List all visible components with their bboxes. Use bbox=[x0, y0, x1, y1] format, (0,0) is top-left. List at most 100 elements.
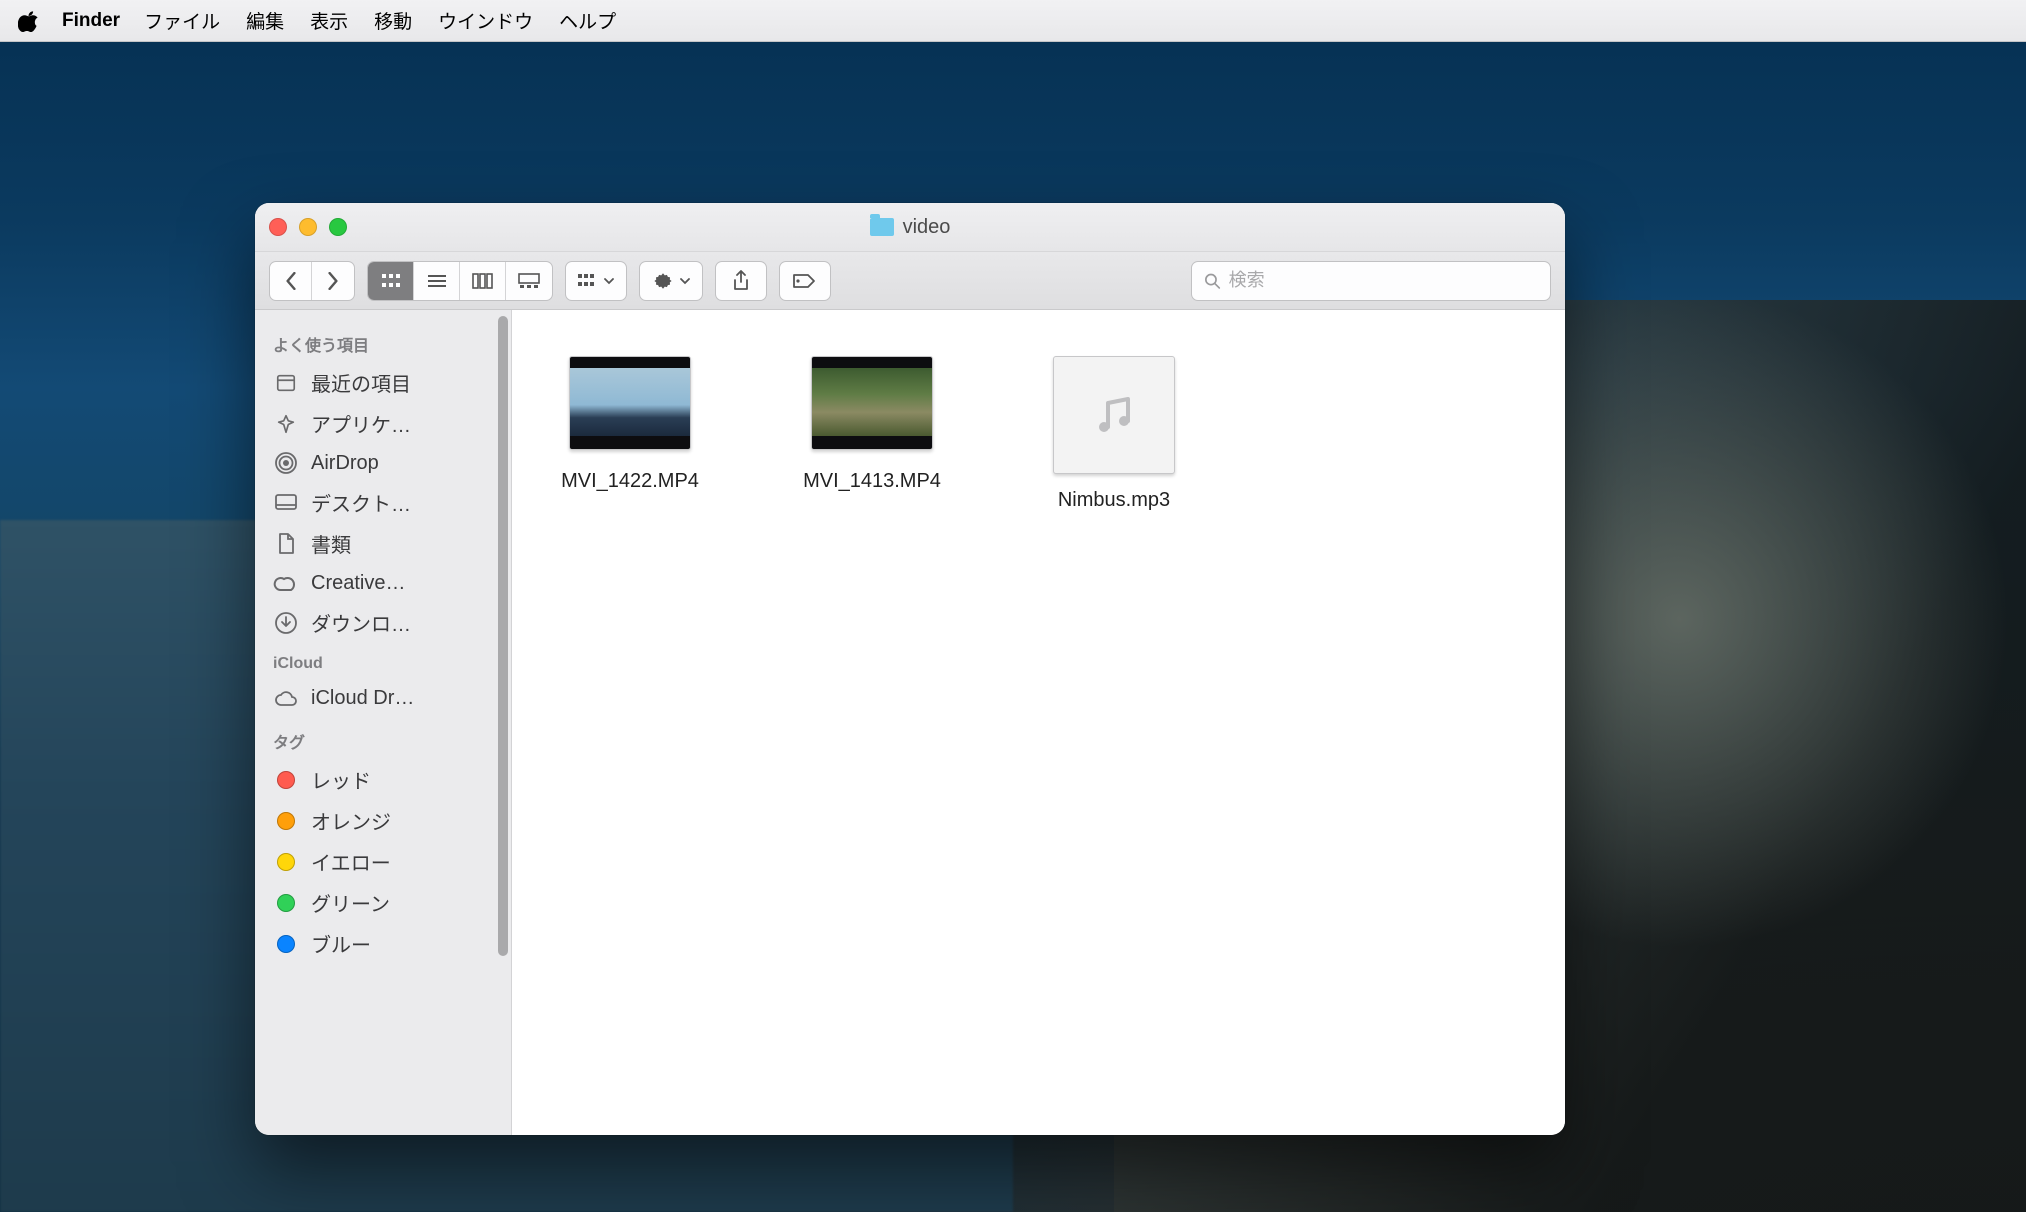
sidebar-item-label: AirDrop bbox=[311, 452, 379, 475]
sidebar-item-airdrop[interactable]: AirDrop bbox=[255, 444, 511, 482]
menu-file[interactable]: ファイル bbox=[144, 7, 220, 34]
sidebar-tag-blue[interactable]: ブルー bbox=[255, 923, 511, 964]
sidebar-item-label: Creative… bbox=[311, 572, 405, 595]
sidebar-item-label: iCloud Dr… bbox=[311, 687, 414, 710]
file-item[interactable]: MVI_1413.MP4 bbox=[790, 356, 954, 512]
folder-icon bbox=[870, 218, 894, 236]
window-title: video bbox=[870, 216, 951, 239]
view-icons-button[interactable] bbox=[368, 262, 414, 300]
sidebar-item-label: ダウンロ… bbox=[311, 608, 411, 637]
menubar-app-name[interactable]: Finder bbox=[62, 10, 120, 32]
menu-help[interactable]: ヘルプ bbox=[559, 7, 616, 34]
downloads-icon bbox=[273, 610, 299, 636]
sidebar-item-label: ブルー bbox=[311, 929, 371, 958]
sidebar-item-label: オレンジ bbox=[311, 806, 391, 835]
search-field[interactable] bbox=[1191, 261, 1551, 301]
minimize-button[interactable] bbox=[299, 218, 317, 236]
chevron-down-icon bbox=[604, 277, 614, 285]
sidebar-tag-yellow[interactable]: イエロー bbox=[255, 841, 511, 882]
tag-dot-icon bbox=[273, 890, 299, 916]
recents-icon bbox=[273, 370, 299, 396]
sidebar-item-recents[interactable]: 最近の項目 bbox=[255, 362, 511, 403]
group-by-button[interactable] bbox=[565, 261, 627, 301]
menu-edit[interactable]: 編集 bbox=[246, 7, 284, 34]
menu-go[interactable]: 移動 bbox=[374, 7, 412, 34]
gallery-icon bbox=[518, 273, 540, 289]
sidebar-item-label: デスクト… bbox=[311, 488, 411, 517]
desktop-icon bbox=[273, 490, 299, 516]
view-list-button[interactable] bbox=[414, 262, 460, 300]
creative-cloud-icon bbox=[273, 570, 299, 596]
apple-icon[interactable] bbox=[18, 10, 40, 32]
search-icon bbox=[1204, 272, 1221, 290]
sidebar-item-desktop[interactable]: デスクト… bbox=[255, 482, 511, 523]
file-name: Nimbus.mp3 bbox=[1058, 489, 1170, 512]
file-name: MVI_1422.MP4 bbox=[561, 470, 699, 493]
sidebar-tag-red[interactable]: レッド bbox=[255, 759, 511, 800]
sidebar-item-label: 最近の項目 bbox=[311, 368, 411, 397]
sidebar-item-documents[interactable]: 書類 bbox=[255, 523, 511, 564]
sidebar-scrollbar[interactable] bbox=[498, 316, 508, 956]
sidebar-item-applications[interactable]: アプリケ… bbox=[255, 403, 511, 444]
sidebar-item-label: 書類 bbox=[311, 529, 351, 558]
file-name: MVI_1413.MP4 bbox=[803, 470, 941, 493]
content-area[interactable]: MVI_1422.MP4 MVI_1413.MP4 N bbox=[512, 310, 1565, 1135]
chevron-down-icon bbox=[680, 277, 690, 285]
sidebar-item-downloads[interactable]: ダウンロ… bbox=[255, 602, 511, 643]
action-menu-button[interactable] bbox=[639, 261, 703, 301]
titlebar[interactable]: video bbox=[255, 203, 1565, 252]
chevron-right-icon bbox=[326, 272, 340, 290]
view-mode-segment bbox=[367, 261, 553, 301]
back-button[interactable] bbox=[270, 262, 312, 300]
file-item[interactable]: MVI_1422.MP4 bbox=[548, 356, 712, 512]
file-grid: MVI_1422.MP4 MVI_1413.MP4 N bbox=[548, 356, 1529, 512]
cloud-icon bbox=[273, 685, 299, 711]
sidebar-tag-orange[interactable]: オレンジ bbox=[255, 800, 511, 841]
group-icon bbox=[578, 274, 598, 288]
file-thumbnail bbox=[569, 356, 691, 450]
nav-segment bbox=[269, 261, 355, 301]
file-item[interactable]: Nimbus.mp3 bbox=[1032, 356, 1196, 512]
documents-icon bbox=[273, 531, 299, 557]
toolbar bbox=[255, 252, 1565, 310]
airdrop-icon bbox=[273, 450, 299, 476]
tag-icon bbox=[792, 273, 818, 289]
tag-dot-icon bbox=[273, 767, 299, 793]
sidebar-item-label: イエロー bbox=[311, 847, 391, 876]
desktop: Finder ファイル 編集 表示 移動 ウインドウ ヘルプ video bbox=[0, 0, 2026, 1212]
window-title-text: video bbox=[903, 216, 951, 239]
tag-dot-icon bbox=[273, 808, 299, 834]
applications-icon bbox=[273, 411, 299, 437]
tags-button[interactable] bbox=[779, 261, 831, 301]
sidebar-section-tags: タグ bbox=[255, 717, 511, 759]
sidebar-tag-green[interactable]: グリーン bbox=[255, 882, 511, 923]
tag-dot-icon bbox=[273, 931, 299, 957]
search-input[interactable] bbox=[1229, 270, 1538, 291]
sidebar-item-label: グリーン bbox=[311, 888, 390, 917]
close-button[interactable] bbox=[269, 218, 287, 236]
menubar: Finder ファイル 編集 表示 移動 ウインドウ ヘルプ bbox=[0, 0, 2026, 42]
grid-icon bbox=[381, 273, 401, 289]
finder-window: video bbox=[255, 203, 1565, 1135]
columns-icon bbox=[472, 273, 494, 289]
sidebar-item-label: レッド bbox=[311, 765, 371, 794]
tag-dot-icon bbox=[273, 849, 299, 875]
list-icon bbox=[427, 273, 447, 289]
window-body: よく使う項目 最近の項目 アプリケ… bbox=[255, 310, 1565, 1135]
menu-view[interactable]: 表示 bbox=[310, 7, 348, 34]
sidebar[interactable]: よく使う項目 最近の項目 アプリケ… bbox=[255, 310, 512, 1135]
sidebar-section-favorites: よく使う項目 bbox=[255, 320, 511, 362]
view-gallery-button[interactable] bbox=[506, 262, 552, 300]
share-button[interactable] bbox=[715, 261, 767, 301]
sidebar-item-label: アプリケ… bbox=[311, 409, 411, 438]
music-note-icon bbox=[1090, 391, 1138, 439]
sidebar-item-icloud-drive[interactable]: iCloud Dr… bbox=[255, 679, 511, 717]
file-thumbnail bbox=[811, 356, 933, 450]
sidebar-item-creative-cloud[interactable]: Creative… bbox=[255, 564, 511, 602]
menu-window[interactable]: ウインドウ bbox=[438, 7, 533, 34]
view-columns-button[interactable] bbox=[460, 262, 506, 300]
forward-button[interactable] bbox=[312, 262, 354, 300]
sidebar-section-icloud: iCloud bbox=[255, 643, 511, 679]
chevron-left-icon bbox=[284, 272, 298, 290]
zoom-button[interactable] bbox=[329, 218, 347, 236]
